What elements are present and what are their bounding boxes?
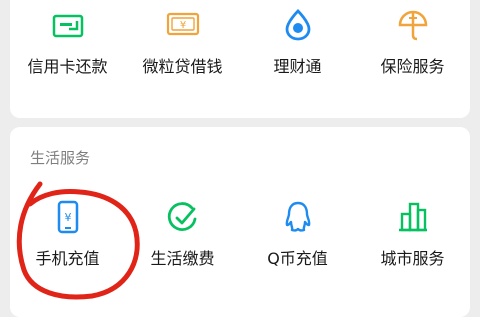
wealth-drop-icon (281, 8, 315, 42)
weilidai-loan-label: 微粒贷借钱 (142, 57, 223, 76)
insurance-label: 保险服务 (380, 57, 445, 76)
credit-card-repay-item[interactable]: 信用卡还款 (10, 8, 125, 77)
svg-text:¥: ¥ (179, 20, 185, 31)
licaitong-item[interactable]: 理财通 (240, 8, 355, 77)
city-services-label: 城市服务 (380, 249, 445, 268)
credit-card-icon (51, 8, 85, 42)
mobile-topup-item[interactable]: ¥ 手机充值 (10, 200, 125, 269)
utility-bills-item[interactable]: 生活缴费 (125, 200, 240, 269)
svg-text:¥: ¥ (64, 211, 71, 224)
licaitong-label: 理财通 (273, 57, 322, 76)
utility-bills-label: 生活缴费 (150, 249, 215, 268)
credit-card-repay-label: 信用卡还款 (27, 57, 108, 76)
city-buildings-icon (396, 200, 430, 234)
money-bill-icon: ¥ (166, 8, 200, 42)
city-services-item[interactable]: 城市服务 (355, 200, 470, 269)
umbrella-icon (396, 8, 430, 42)
life-services-card: 生活服务 ¥ 手机充值 生活缴费 Q币充值 城市服务 (10, 127, 470, 317)
insurance-item[interactable]: 保险服务 (355, 8, 470, 77)
check-circle-icon (166, 200, 200, 234)
weilidai-loan-item[interactable]: ¥ 微粒贷借钱 (125, 8, 240, 77)
financial-services-grid: 信用卡还款 ¥ 微粒贷借钱 理财通 保险服务 (10, 8, 470, 77)
phone-topup-icon: ¥ (51, 200, 85, 234)
life-services-grid: ¥ 手机充值 生活缴费 Q币充值 城市服务 (10, 200, 470, 269)
mobile-topup-label: 手机充值 (35, 249, 100, 268)
q-coin-topup-label: Q币充值 (267, 249, 328, 268)
section-title: 生活服务 (30, 149, 91, 167)
qq-penguin-icon (281, 200, 315, 234)
financial-services-card: 信用卡还款 ¥ 微粒贷借钱 理财通 保险服务 (10, 0, 470, 118)
q-coin-topup-item[interactable]: Q币充值 (240, 200, 355, 269)
